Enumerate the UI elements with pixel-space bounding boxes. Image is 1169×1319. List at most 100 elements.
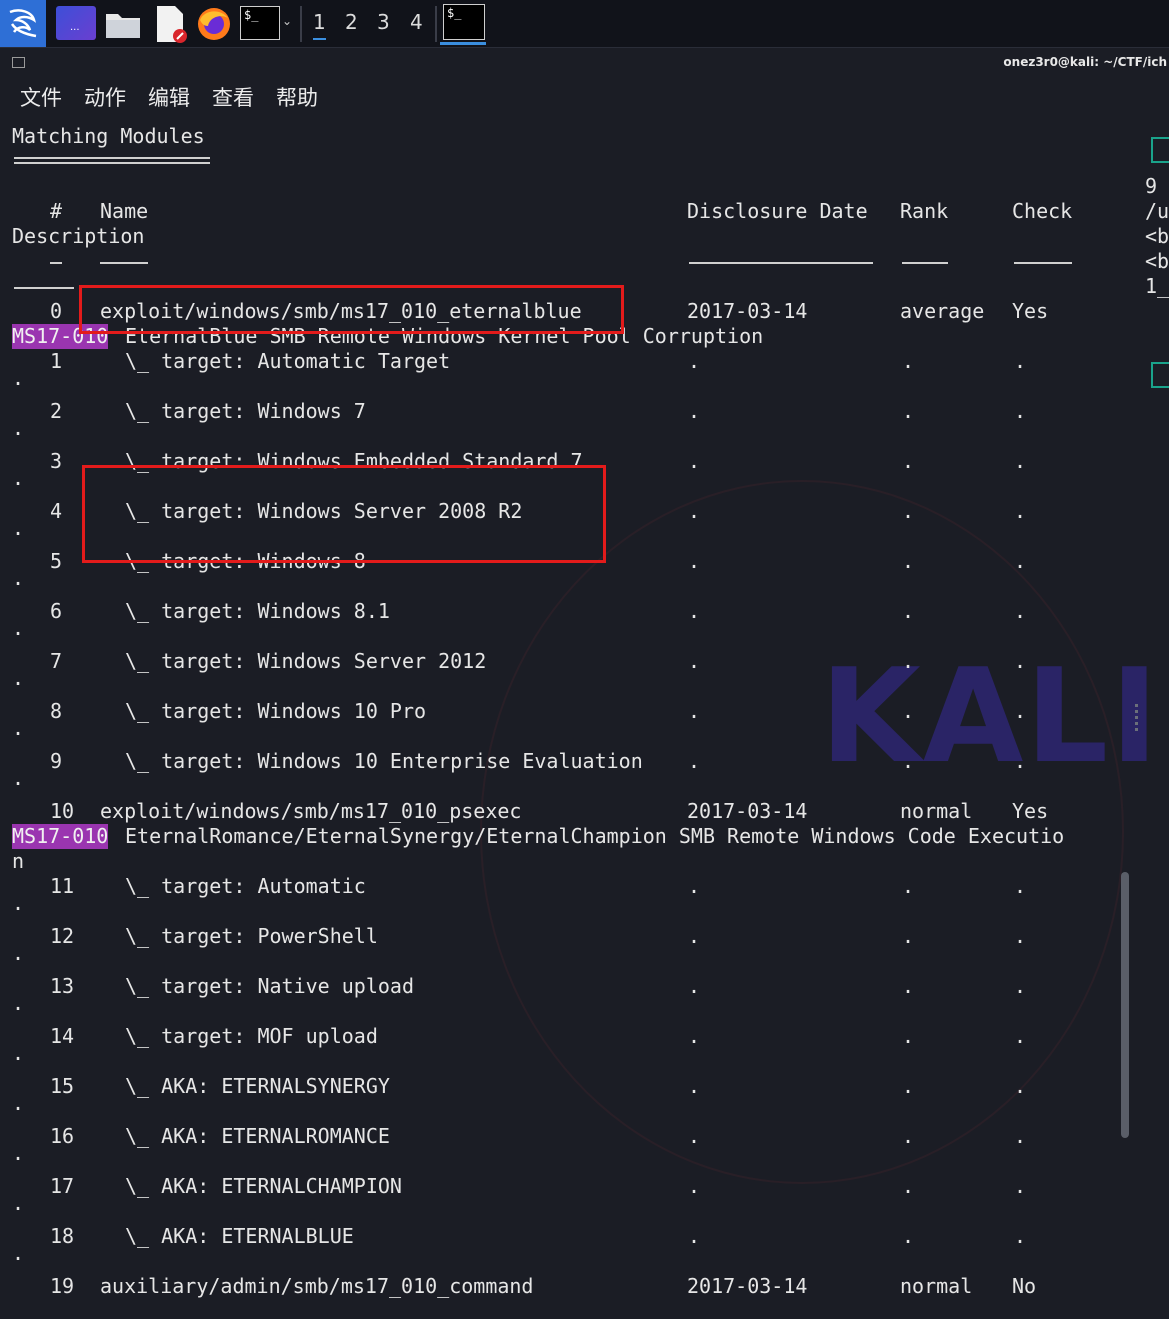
row-check: . [1014,1124,1027,1148]
row-check: . [1014,1074,1027,1098]
header-num: # [50,199,63,223]
row-check: . [1014,749,1027,773]
row-name: \_ target: Native upload [125,974,414,998]
row-continuation: . [12,941,25,965]
row-name: \_ AKA: ETERNALROMANCE [125,1124,390,1148]
row-rank: normal [900,1274,973,1298]
row-check: . [1014,924,1027,948]
row-num: 15 [50,1074,75,1098]
row-name: \_ target: PowerShell [125,924,378,948]
row-check: Yes [1012,799,1049,823]
scrollbar-thumb[interactable] [1121,872,1129,1138]
terminal-window-button[interactable]: $_ [443,4,485,40]
desktop-label: ... [70,22,80,33]
row-num: 14 [50,1024,75,1048]
row-rank: . [902,1024,915,1048]
menu-help[interactable]: 帮助 [276,86,318,110]
chevron-down-icon[interactable]: ⌄ [282,14,296,32]
menu-action[interactable]: 动作 [84,86,126,110]
row-num: 4 [50,499,63,523]
document-icon [157,6,187,43]
folder-icon [106,14,140,38]
header-date: Disclosure Date [687,199,868,223]
row-rank: . [902,1074,915,1098]
row-name: \_ target: Windows 8.1 [125,599,390,623]
row-check: . [1014,1174,1027,1198]
file-manager-icon[interactable] [104,8,142,40]
row-date: . [688,924,701,948]
row-description-wrap: n [12,849,25,873]
row-rank: . [902,1124,915,1148]
row-num: 1 [50,349,63,373]
row-check: . [1014,874,1027,898]
row-num: 18 [50,1224,75,1248]
workspace-3[interactable]: 3 [377,10,390,34]
row-name: \_ target: Windows 7 [125,399,366,423]
row-num: 3 [50,449,63,473]
row-date: 2017-03-14 [687,299,808,323]
header-description: Description [12,224,145,248]
row-rank: . [902,874,915,898]
text-editor-icon[interactable] [154,4,188,44]
row-num: 7 [50,649,63,673]
row-date: . [688,974,701,998]
row-continuation: . [12,1141,25,1165]
row-num: 16 [50,1124,75,1148]
row-date: . [688,1224,701,1248]
row-check: . [1014,649,1027,673]
row-rank: . [902,1174,915,1198]
row-date: . [688,399,701,423]
heading-matching-modules: Matching Modules [12,124,205,148]
row-num: 8 [50,699,63,723]
taskbar-separator [435,6,437,42]
resize-handle[interactable] [1135,704,1138,732]
row-continuation: . [12,516,25,540]
row-rank: . [902,599,915,623]
row-name: \_ target: Windows Server 2012 [125,649,487,673]
row-num: 10 [50,799,75,823]
row-continuation: . [12,1041,25,1065]
dash-num [50,262,62,264]
row-name: \_ AKA: ETERNALSYNERGY [125,1074,390,1098]
row-rank: normal [900,799,973,823]
menu-bar: 文件 动作 编辑 查看 帮助 [20,82,340,112]
kali-watermark: KALI [820,640,1161,792]
terminal-launcher-icon[interactable]: $_ [240,6,280,40]
kali-menu-button[interactable] [0,0,46,47]
row-continuation: . [12,366,25,390]
dash-date [689,262,873,264]
row-rank: . [902,924,915,948]
menu-view[interactable]: 查看 [212,86,254,110]
row-continuation: . [12,616,25,640]
row-date: . [688,699,701,723]
terminal-glyph: $_ [447,6,462,20]
menu-file[interactable]: 文件 [20,86,62,110]
dash-rank [902,262,948,264]
row-name: exploit/windows/smb/ms17_010_psexec [100,799,522,823]
row-check: . [1014,974,1027,998]
row-continuation: . [12,891,25,915]
window-menu-icon[interactable] [12,57,25,68]
row-rank: . [902,649,915,673]
row-date: . [688,1124,701,1148]
dash-check [1014,262,1072,264]
workspace-1[interactable]: 1 [313,10,326,40]
row-date: . [688,1174,701,1198]
row-rank: . [902,974,915,998]
dash-name [100,262,148,264]
row-name: \_ target: Automatic [125,874,366,898]
menu-edit[interactable]: 编辑 [148,86,190,110]
window-title: onez3r0@kali: ~/CTF/ich [1003,55,1167,69]
workspace-2[interactable]: 2 [345,10,358,34]
row-check: . [1014,599,1027,623]
row-name: \_ AKA: ETERNALCHAMPION [125,1174,402,1198]
row-name: \_ AKA: ETERNALBLUE [125,1224,354,1248]
row-date: 2017-03-14 [687,1274,808,1298]
firefox-icon[interactable] [196,6,232,42]
row-check: . [1014,499,1027,523]
row-rank: . [902,399,915,423]
row-num: 19 [50,1274,75,1298]
workspace-4[interactable]: 4 [410,10,423,34]
row-check: . [1014,449,1027,473]
show-desktop-button[interactable]: ... [56,6,96,40]
